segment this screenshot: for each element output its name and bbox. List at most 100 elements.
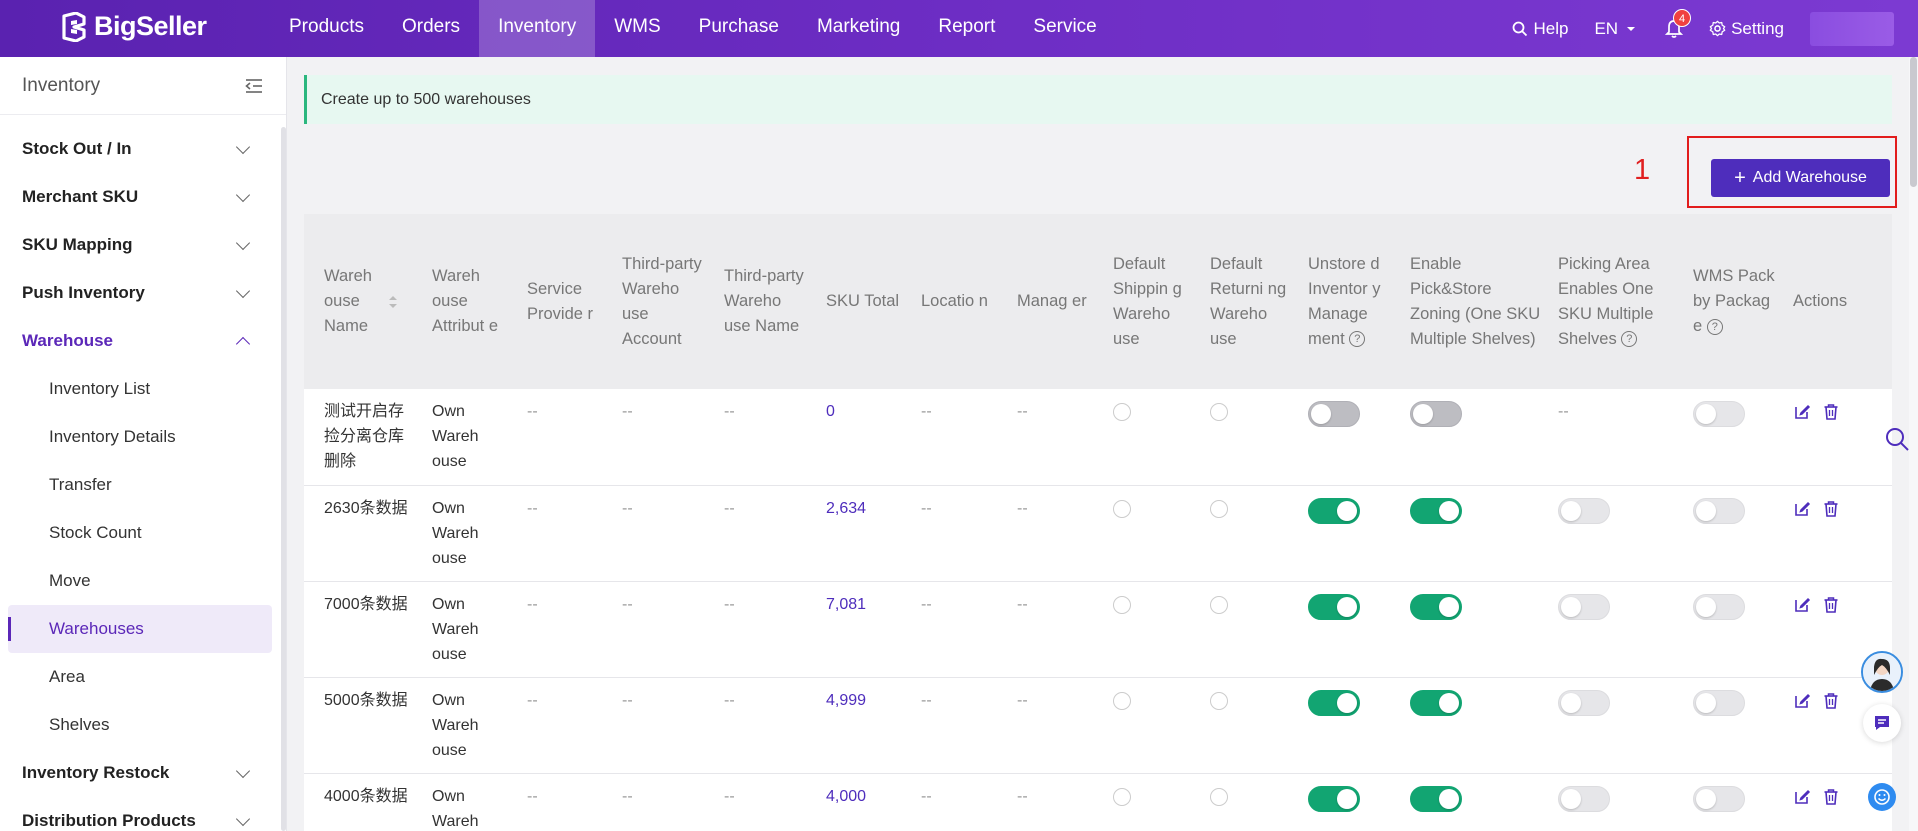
notification-button[interactable]: 4 [1665, 8, 1692, 39]
default-shipping-radio[interactable] [1113, 403, 1131, 421]
sidebar-group-inventory-restock[interactable]: Inventory Restock [0, 749, 276, 797]
cell-location: -- [913, 677, 1009, 774]
picking-area-toggle[interactable] [1558, 689, 1610, 716]
language-select[interactable]: EN [1594, 19, 1639, 39]
help-circle-icon[interactable]: ? [1621, 331, 1638, 348]
default-returning-radio[interactable] [1210, 595, 1228, 614]
unstored-inventory-toggle[interactable] [1308, 497, 1360, 524]
pick-store-zoning-toggle[interactable] [1410, 689, 1462, 716]
sidebar-item-area[interactable]: Area [8, 653, 272, 701]
sidebar-item-transfer[interactable]: Transfer [8, 461, 272, 509]
sidebar-group-push-inventory[interactable]: Push Inventory [0, 269, 276, 317]
default-shipping-radio[interactable] [1113, 787, 1131, 806]
sidebar-group-merchant-sku[interactable]: Merchant SKU [0, 173, 276, 221]
support-avatar[interactable] [1861, 651, 1903, 693]
nav-item-purchase[interactable]: Purchase [680, 0, 798, 57]
trash-icon[interactable] [1823, 500, 1839, 518]
wms-pack-toggle[interactable] [1693, 497, 1745, 524]
setting-button[interactable]: Setting [1709, 19, 1784, 39]
unstored-inventory-toggle[interactable] [1308, 593, 1360, 620]
sku-total-link[interactable]: 7,081 [826, 596, 866, 613]
wms-pack-toggle[interactable] [1693, 689, 1745, 716]
collapse-sidebar-icon[interactable] [244, 77, 264, 95]
chevron-down-icon [235, 763, 251, 778]
brand-logo[interactable]: BigSeller [60, 11, 207, 42]
sku-total-link[interactable]: 2,634 [826, 500, 866, 517]
sidebar-scrollbar[interactable] [281, 127, 286, 831]
sidebar-group-sku-mapping[interactable]: SKU Mapping [0, 221, 276, 269]
default-returning-radio[interactable] [1210, 691, 1228, 710]
help-link[interactable]: Help [1512, 19, 1568, 39]
sku-total-link[interactable]: 0 [826, 403, 835, 420]
picking-area-toggle[interactable] [1558, 497, 1610, 524]
edit-icon[interactable] [1793, 692, 1811, 710]
nav-item-orders[interactable]: Orders [383, 0, 479, 57]
default-returning-radio[interactable] [1210, 787, 1228, 806]
sku-total-link[interactable]: 4,999 [826, 692, 866, 709]
edit-icon[interactable] [1793, 596, 1811, 614]
pick-store-zoning-toggle[interactable] [1410, 401, 1462, 427]
wms-pack-toggle[interactable] [1693, 785, 1745, 812]
help-circle-icon[interactable]: ? [1706, 318, 1723, 335]
default-shipping-radio[interactable] [1113, 499, 1131, 518]
pick-store-zoning-toggle[interactable] [1410, 497, 1462, 524]
cell-sku-total[interactable]: 0 [818, 389, 913, 486]
unstored-inventory-toggle[interactable] [1308, 785, 1360, 812]
unstored-inventory-toggle[interactable] [1308, 401, 1360, 427]
smile-icon [1874, 789, 1890, 805]
sidebar-item-inventory-details[interactable]: Inventory Details [8, 413, 272, 461]
nav-item-service[interactable]: Service [1014, 0, 1115, 57]
default-returning-radio[interactable] [1210, 499, 1228, 518]
trash-icon[interactable] [1823, 596, 1839, 614]
edit-icon[interactable] [1793, 788, 1811, 806]
feedback-button[interactable] [1868, 783, 1896, 811]
nav-item-wms[interactable]: WMS [595, 0, 679, 57]
help-circle-icon[interactable]: ? [1349, 331, 1366, 348]
sku-total-link[interactable]: 4,000 [826, 788, 866, 805]
trash-icon[interactable] [1823, 788, 1839, 806]
chat-button[interactable] [1863, 704, 1901, 742]
nav-item-products[interactable]: Products [270, 0, 383, 57]
sidebar-item-shelves[interactable]: Shelves [8, 701, 272, 749]
pick-store-zoning-toggle[interactable] [1410, 785, 1462, 812]
sidebar-group-distribution-products[interactable]: Distribution Products [0, 797, 276, 831]
edit-icon[interactable] [1793, 403, 1811, 421]
cell-unstored-inventory [1300, 677, 1402, 774]
unstored-inventory-toggle[interactable] [1308, 689, 1360, 716]
warehouse-table: Wareh ouse Name Wareh ouse Attribut e Se… [304, 214, 1892, 831]
add-warehouse-button[interactable]: + Add Warehouse [1711, 159, 1890, 197]
sidebar-group-stock-out-in[interactable]: Stock Out / In [0, 125, 276, 173]
trash-icon[interactable] [1823, 403, 1839, 421]
pick-store-zoning-toggle[interactable] [1410, 593, 1462, 620]
wms-pack-toggle[interactable] [1693, 401, 1745, 427]
page-scrollbar[interactable] [1909, 57, 1918, 831]
default-shipping-radio[interactable] [1113, 595, 1131, 614]
third-party-account-text: -- [622, 595, 633, 613]
cell-sku-total[interactable]: 7,081 [818, 581, 913, 678]
nav-item-report[interactable]: Report [919, 0, 1014, 57]
sort-icon[interactable] [388, 294, 398, 310]
nav-item-marketing[interactable]: Marketing [798, 0, 919, 57]
col-warehouse-name[interactable]: Wareh ouse Name [304, 214, 424, 389]
floating-search-icon[interactable] [1884, 426, 1910, 452]
sidebar-item-stock-count[interactable]: Stock Count [8, 509, 272, 557]
cell-sku-total[interactable]: 4,999 [818, 677, 913, 774]
cell-manager: -- [1009, 485, 1105, 582]
sidebar-group-label: SKU Mapping [22, 235, 133, 254]
sidebar-item-inventory-list[interactable]: Inventory List [8, 365, 272, 413]
wms-pack-toggle[interactable] [1693, 593, 1745, 620]
sidebar-group-warehouse[interactable]: Warehouse [0, 317, 276, 365]
sidebar-item-warehouses[interactable]: Warehouses [8, 605, 272, 653]
picking-area-toggle[interactable] [1558, 593, 1610, 620]
nav-item-inventory[interactable]: Inventory [479, 0, 596, 57]
user-account-menu[interactable] [1810, 11, 1894, 46]
picking-area-toggle[interactable] [1558, 785, 1610, 812]
cell-sku-total[interactable]: 4,000 [818, 773, 913, 831]
warehouse-name-text: 4000条数据 [324, 787, 408, 805]
trash-icon[interactable] [1823, 692, 1839, 710]
sidebar-item-move[interactable]: Move [8, 557, 272, 605]
cell-sku-total[interactable]: 2,634 [818, 485, 913, 582]
edit-icon[interactable] [1793, 500, 1811, 518]
default-shipping-radio[interactable] [1113, 691, 1131, 710]
default-returning-radio[interactable] [1210, 403, 1228, 421]
